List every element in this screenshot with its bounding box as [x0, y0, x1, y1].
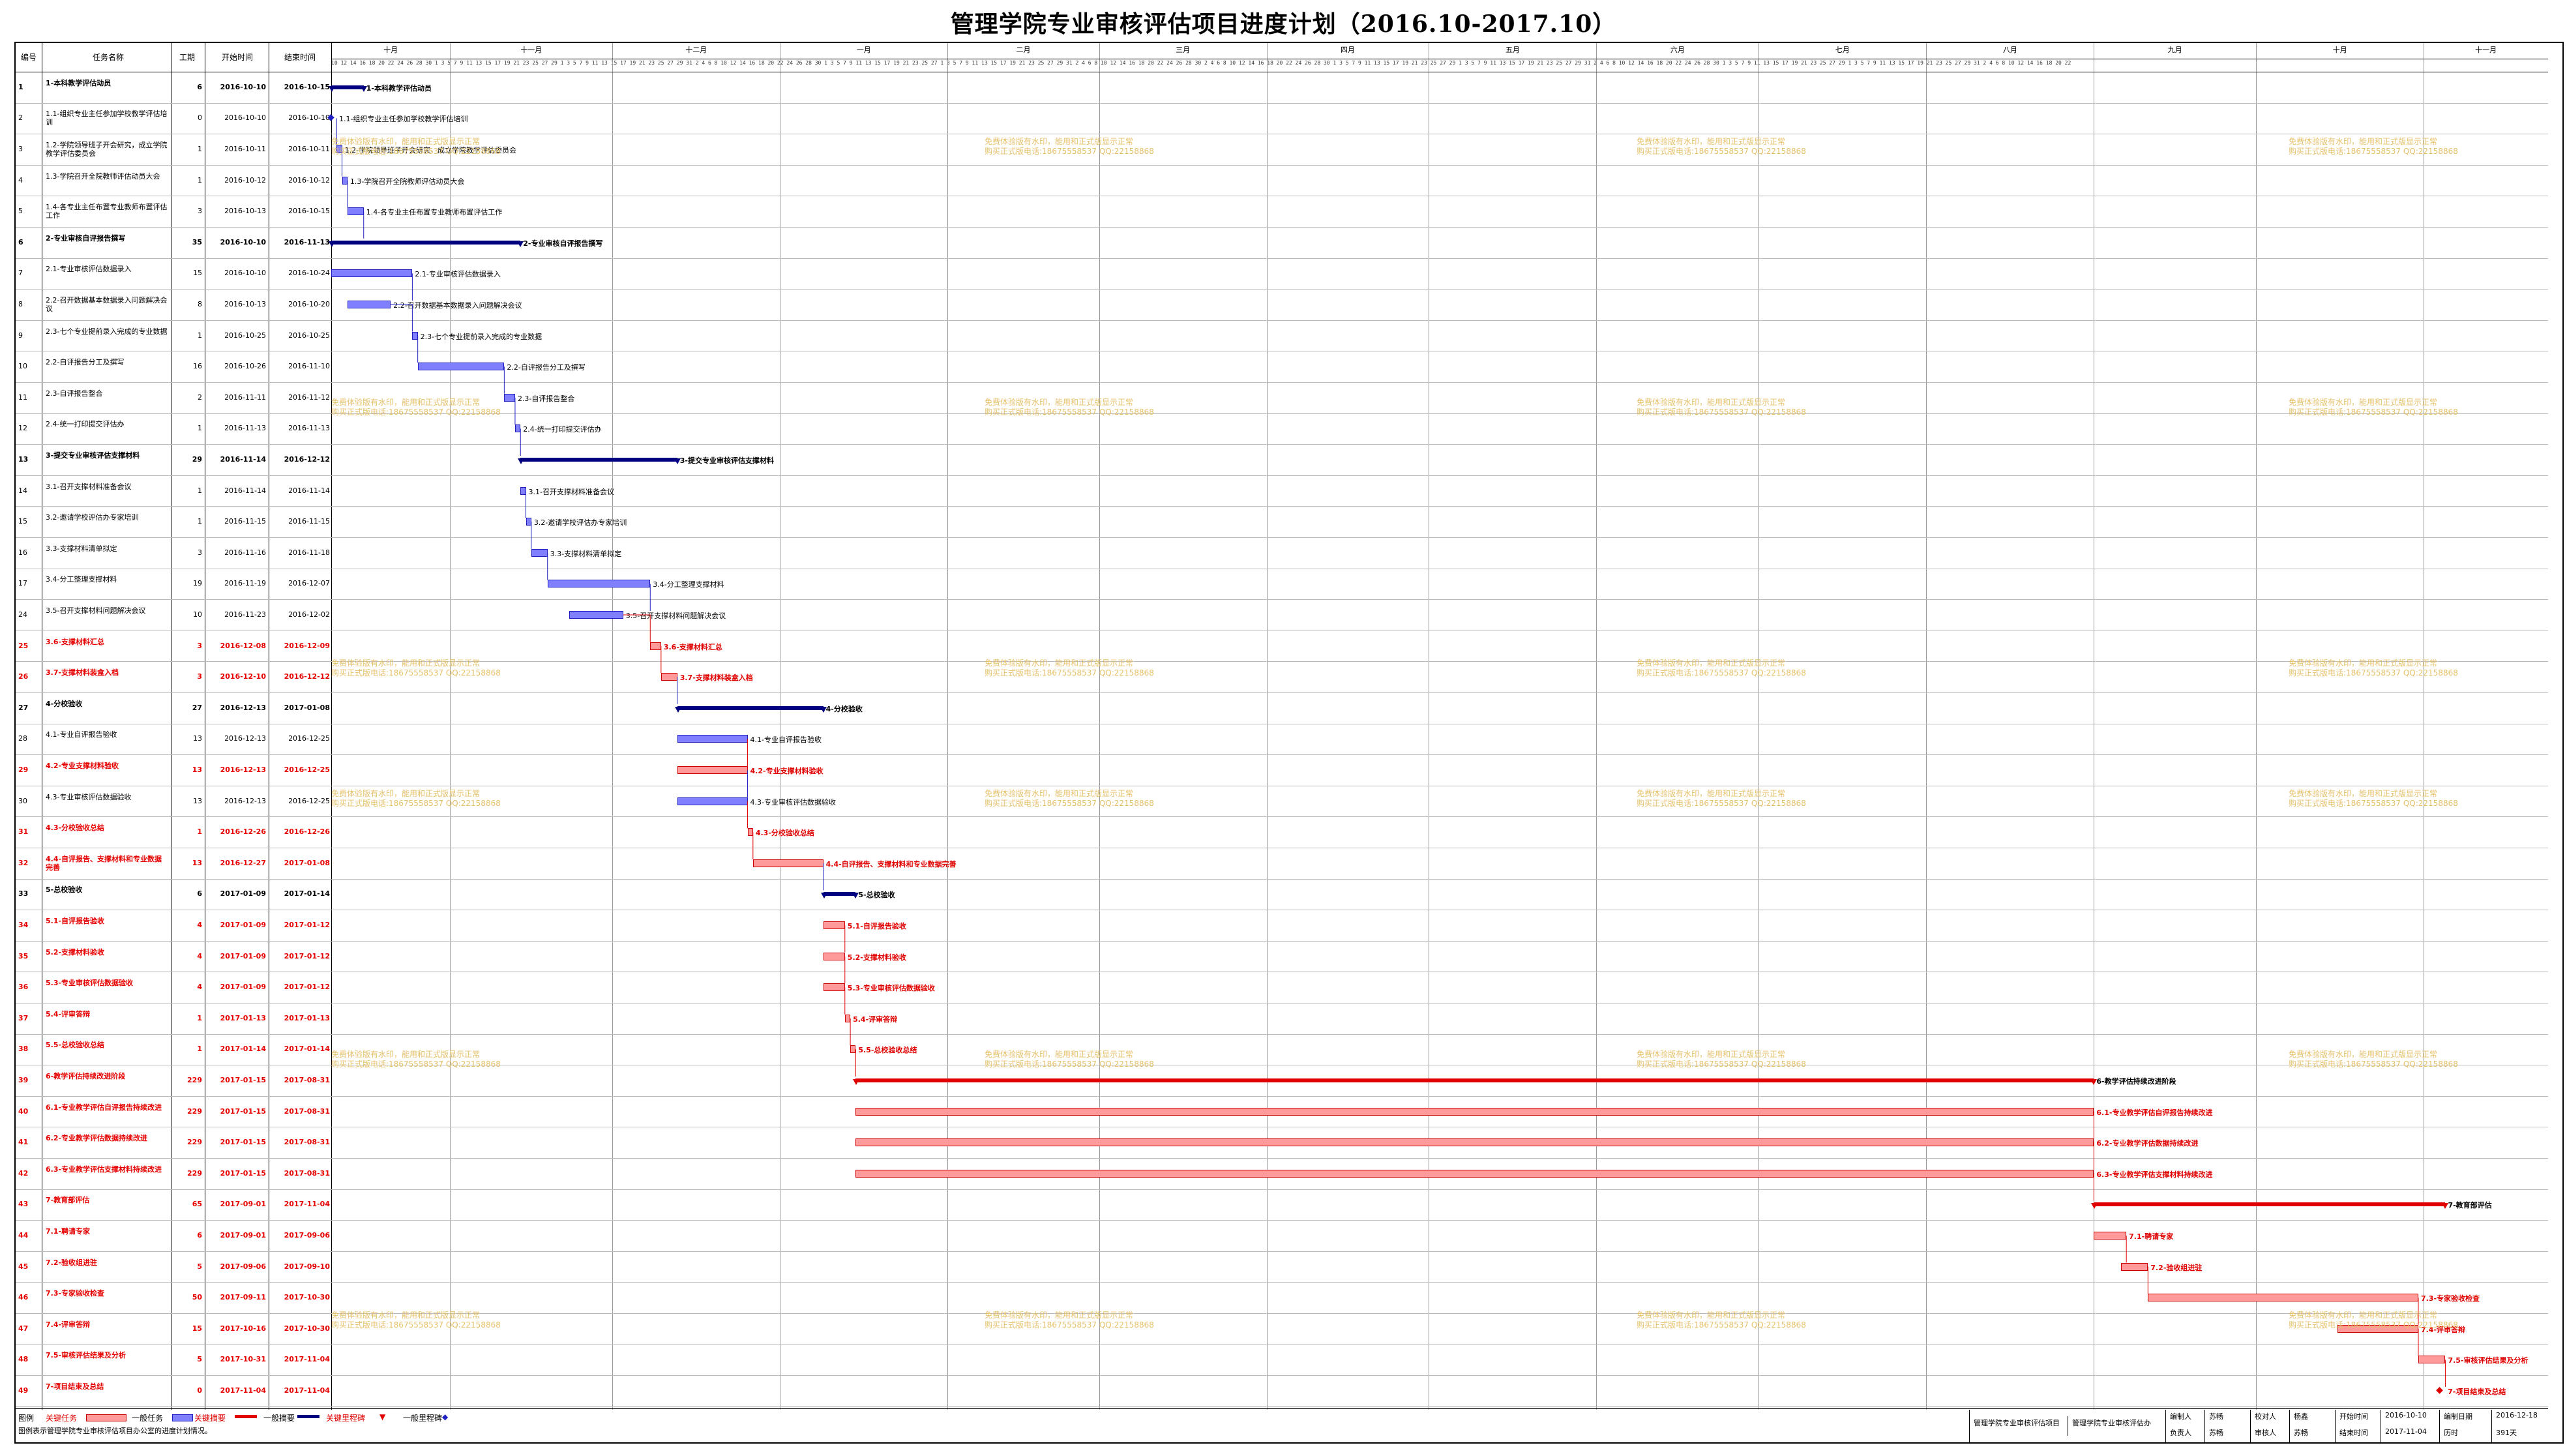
watermark-text-line2: 购买正式版电话:18675558537 QQ:22158868: [1637, 408, 1806, 417]
footer-owner: 苏畅: [2204, 1426, 2250, 1442]
watermark-text-line2: 购买正式版电话:18675558537 QQ:22158868: [1637, 668, 1806, 677]
footer-total-label: 历时: [2439, 1426, 2491, 1442]
watermark-text-line1: 免费体验版有水印，能用和正式版显示正常: [985, 398, 1134, 407]
watermark-text-line1: 免费体验版有水印，能用和正式版显示正常: [985, 789, 1134, 798]
watermark-text-line1: 免费体验版有水印，能用和正式版显示正常: [1637, 1050, 1786, 1059]
footer-owner-label: 负责人: [2165, 1426, 2204, 1442]
legend-normal-milestone-label: 一般里程碑: [403, 1414, 443, 1423]
watermark-text-line2: 购买正式版电话:18675558537 QQ:22158868: [331, 668, 501, 677]
footer-table: 管理学院专业审核评估项目 管理学院专业审核评估办 编制人 苏畅 负责人 苏畅 校…: [1969, 1410, 2563, 1442]
watermark-text-line2: 购买正式版电话:18675558537 QQ:22158868: [985, 147, 1154, 156]
legend-normal-summary-swatch: [297, 1415, 319, 1418]
watermark-text-line2: 购买正式版电话:18675558537 QQ:22158868: [331, 1060, 501, 1069]
watermark-text-line1: 免费体验版有水印，能用和正式版显示正常: [1637, 398, 1786, 407]
legend-normal-summary-label: 一般摘要: [263, 1414, 295, 1423]
legend-label: 图例: [18, 1414, 35, 1423]
footer-editor: 苏畅: [2204, 1410, 2250, 1426]
watermark-text-line2: 购买正式版电话:18675558537 QQ:22158868: [985, 799, 1154, 808]
watermark-text-line2: 购买正式版电话:18675558537 QQ:22158868: [2289, 1060, 2458, 1069]
watermark-text-line2: 购买正式版电话:18675558537 QQ:22158868: [331, 408, 501, 417]
watermark-text-line2: 购买正式版电话:18675558537 QQ:22158868: [985, 1060, 1154, 1069]
footer-reviewer-label: 校对人: [2250, 1410, 2289, 1426]
footer-start-label: 开始时间: [2335, 1410, 2381, 1426]
legend-normal-task-label: 一般任务: [132, 1414, 164, 1423]
watermark-text-line1: 免费体验版有水印，能用和正式版显示正常: [1637, 659, 1786, 668]
watermark-text-line2: 购买正式版电话:18675558537 QQ:22158868: [985, 408, 1154, 417]
legend-crit-task-label: 关键任务: [46, 1414, 78, 1423]
watermark-text-line2: 购买正式版电话:18675558537 QQ:22158868: [2289, 668, 2458, 677]
footer-office: 管理学院专业审核评估办: [2068, 1416, 2165, 1436]
watermark-text-line1: 免费体验版有水印，能用和正式版显示正常: [2289, 1050, 2438, 1059]
legend-crit-milestone-label: 关键里程碑: [326, 1414, 366, 1423]
legend: 图例 关键任务 一般任务 关键摘要 一般摘要 关键里程碑 ▼ 一般里程碑 ◆: [17, 1411, 1973, 1424]
legend-crit-summary-label: 关键摘要: [194, 1414, 226, 1423]
footer-approver-label: 审核人: [2250, 1426, 2289, 1442]
watermark-text-line2: 购买正式版电话:18675558537 QQ:22158868: [331, 1320, 501, 1330]
footer-reviewer: 杨鑫: [2289, 1410, 2335, 1426]
watermark-text-line1: 免费体验版有水印，能用和正式版显示正常: [2289, 789, 2438, 798]
footer-end: 2017-11-04: [2381, 1426, 2439, 1442]
watermark-text-line1: 免费体验版有水印，能用和正式版显示正常: [331, 137, 481, 146]
legend-crit-summary-swatch: [235, 1415, 257, 1418]
watermark-text-line1: 免费体验版有水印，能用和正式版显示正常: [985, 659, 1134, 668]
footer-date-label: 编制日期: [2439, 1410, 2491, 1426]
watermark-text-line2: 购买正式版电话:18675558537 QQ:22158868: [2289, 408, 2458, 417]
footer-editor-label: 编制人: [2165, 1410, 2204, 1426]
watermark-text-line1: 免费体验版有水印，能用和正式版显示正常: [2289, 137, 2438, 146]
legend-normal-milestone-icon: ◆: [442, 1412, 449, 1421]
dependency-links: [336, 118, 2446, 1387]
watermark-text-line2: 购买正式版电话:18675558537 QQ:22158868: [985, 668, 1154, 677]
footer-date: 2016-12-18: [2491, 1410, 2562, 1426]
watermark-text-line1: 免费体验版有水印，能用和正式版显示正常: [331, 1311, 481, 1320]
watermark-text-line1: 免费体验版有水印，能用和正式版显示正常: [2289, 659, 2438, 668]
watermark-text-line1: 免费体验版有水印，能用和正式版显示正常: [331, 789, 481, 798]
footer-project: 管理学院专业审核评估项目: [1974, 1419, 2060, 1427]
watermark-text-line1: 免费体验版有水印，能用和正式版显示正常: [1637, 789, 1786, 798]
footer-approver: 苏畅: [2289, 1426, 2335, 1442]
watermark-text-line1: 免费体验版有水印，能用和正式版显示正常: [985, 1050, 1134, 1059]
watermark-text-line1: 免费体验版有水印，能用和正式版显示正常: [985, 1311, 1134, 1320]
watermark-text-line1: 免费体验版有水印，能用和正式版显示正常: [331, 659, 481, 668]
watermark-text-line1: 免费体验版有水印，能用和正式版显示正常: [985, 137, 1134, 146]
watermark-text-line1: 免费体验版有水印，能用和正式版显示正常: [331, 398, 481, 407]
watermark-text-line1: 免费体验版有水印，能用和正式版显示正常: [2289, 1311, 2438, 1320]
watermark-text-line2: 购买正式版电话:18675558537 QQ:22158868: [331, 147, 501, 156]
footer-total: 391天: [2491, 1426, 2562, 1442]
watermark-text-line1: 免费体验版有水印，能用和正式版显示正常: [1637, 137, 1786, 146]
watermark-text-line2: 购买正式版电话:18675558537 QQ:22158868: [331, 799, 501, 808]
watermark-text-line1: 免费体验版有水印，能用和正式版显示正常: [1637, 1311, 1786, 1320]
footer-end-label: 结束时间: [2335, 1426, 2381, 1442]
dependency-link: [623, 614, 651, 642]
footer-start: 2016-10-10: [2381, 1410, 2439, 1426]
watermark-text-line2: 购买正式版电话:18675558537 QQ:22158868: [985, 1320, 1154, 1330]
watermark-text-line2: 购买正式版电话:18675558537 QQ:22158868: [1637, 1320, 1806, 1330]
legend-crit-task-swatch: [86, 1414, 126, 1421]
watermark-text-line1: 免费体验版有水印，能用和正式版显示正常: [2289, 398, 2438, 407]
watermark-text-line2: 购买正式版电话:18675558537 QQ:22158868: [2289, 1320, 2458, 1330]
watermark-text-line2: 购买正式版电话:18675558537 QQ:22158868: [1637, 1060, 1806, 1069]
watermark-text-line2: 购买正式版电话:18675558537 QQ:22158868: [2289, 147, 2458, 156]
legend-note: 图例表示管理学院专业审核评估项目办公室的进度计划情况。: [18, 1427, 212, 1435]
watermark-text-line1: 免费体验版有水印，能用和正式版显示正常: [331, 1050, 481, 1059]
legend-normal-task-swatch: [172, 1414, 193, 1421]
legend-crit-milestone-icon: ▼: [379, 1412, 386, 1421]
watermark-text-line2: 购买正式版电话:18675558537 QQ:22158868: [2289, 799, 2458, 808]
dependency-link: [391, 304, 413, 332]
watermark-text-line2: 购买正式版电话:18675558537 QQ:22158868: [1637, 147, 1806, 156]
watermark-text-line2: 购买正式版电话:18675558537 QQ:22158868: [1637, 799, 1806, 808]
